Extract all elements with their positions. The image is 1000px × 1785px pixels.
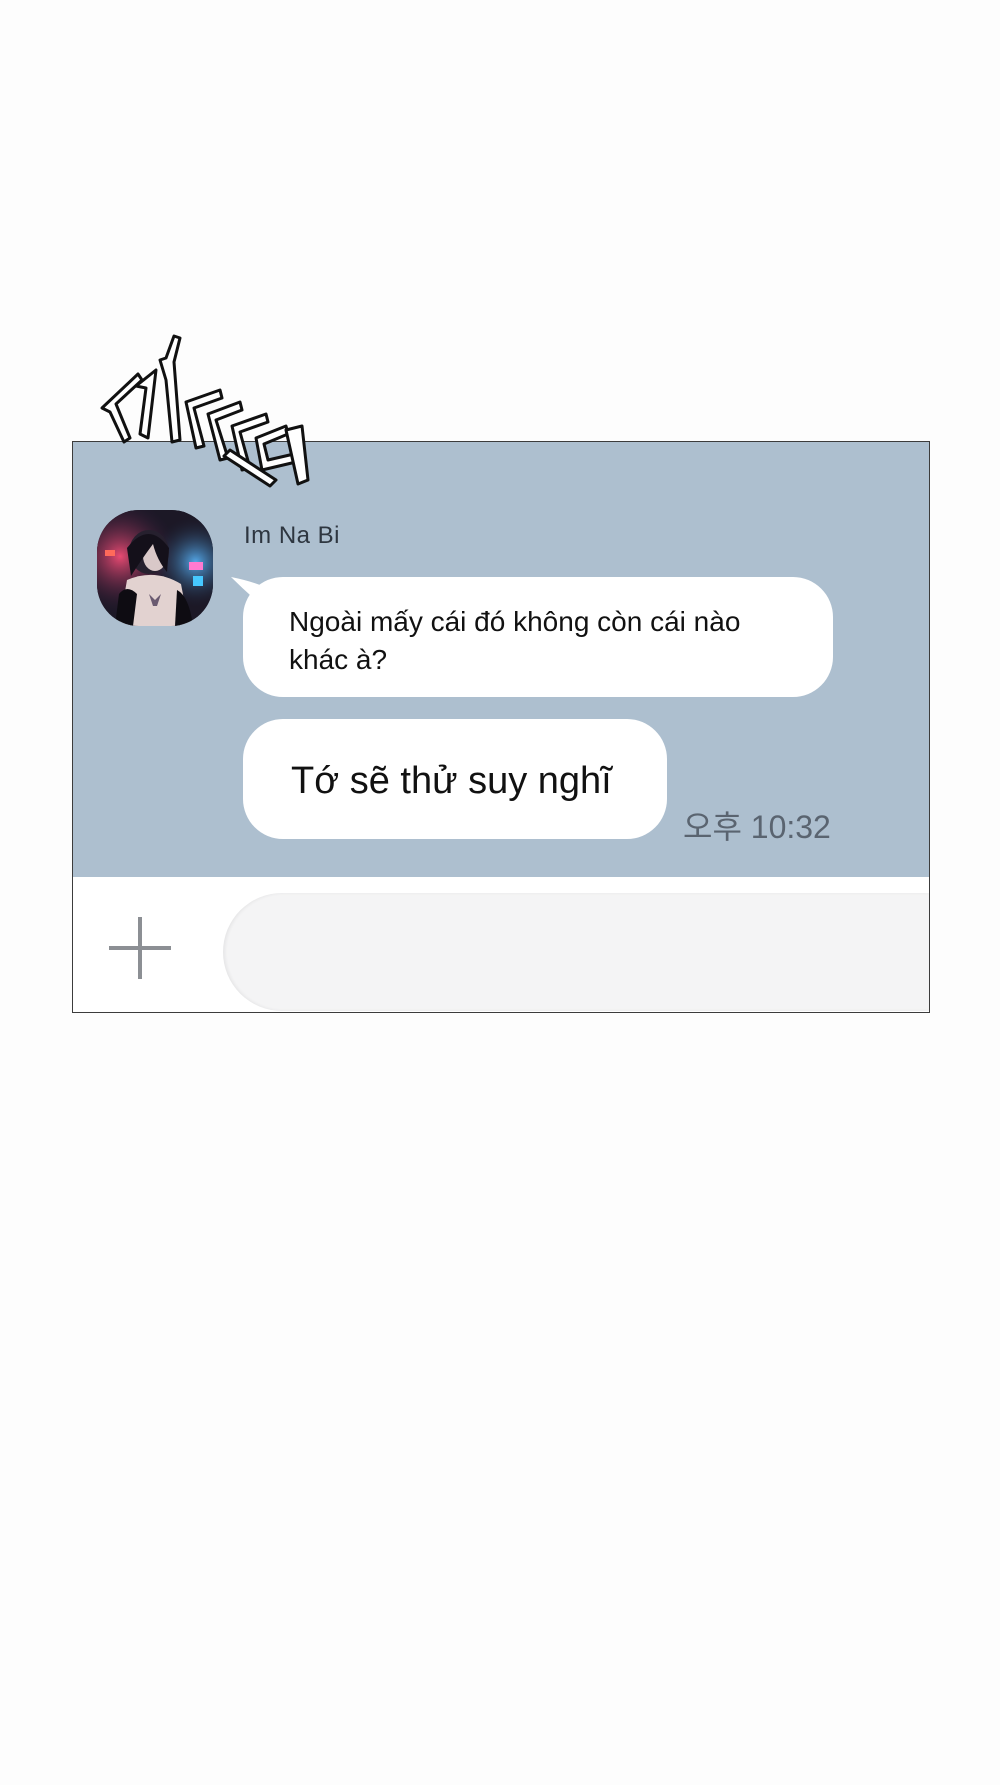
message-timestamp: 오후 10:32 bbox=[683, 809, 831, 845]
chat-window: Im Na Bi Ngoài mấy cái đó không còn cái … bbox=[72, 441, 930, 1013]
input-bar bbox=[73, 877, 929, 1012]
message-bubble[interactable]: Tớ sẽ thử suy nghĩ bbox=[243, 719, 667, 839]
contact-avatar[interactable] bbox=[97, 510, 213, 626]
chat-messages-area: Im Na Bi Ngoài mấy cái đó không còn cái … bbox=[73, 442, 929, 877]
sound-effect-lettering bbox=[100, 334, 310, 488]
message-text: Ngoài mấy cái đó không còn cái nào khác … bbox=[289, 606, 741, 675]
contact-name: Im Na Bi bbox=[244, 522, 341, 549]
message-text: Tớ sẽ thử suy nghĩ bbox=[291, 760, 612, 802]
comic-panel: Im Na Bi Ngoài mấy cái đó không còn cái … bbox=[0, 0, 1000, 1785]
message-input[interactable] bbox=[223, 893, 929, 1011]
avatar-image bbox=[97, 510, 213, 626]
add-attachment-button[interactable] bbox=[109, 917, 171, 979]
message-bubble[interactable]: Ngoài mấy cái đó không còn cái nào khác … bbox=[243, 577, 833, 697]
